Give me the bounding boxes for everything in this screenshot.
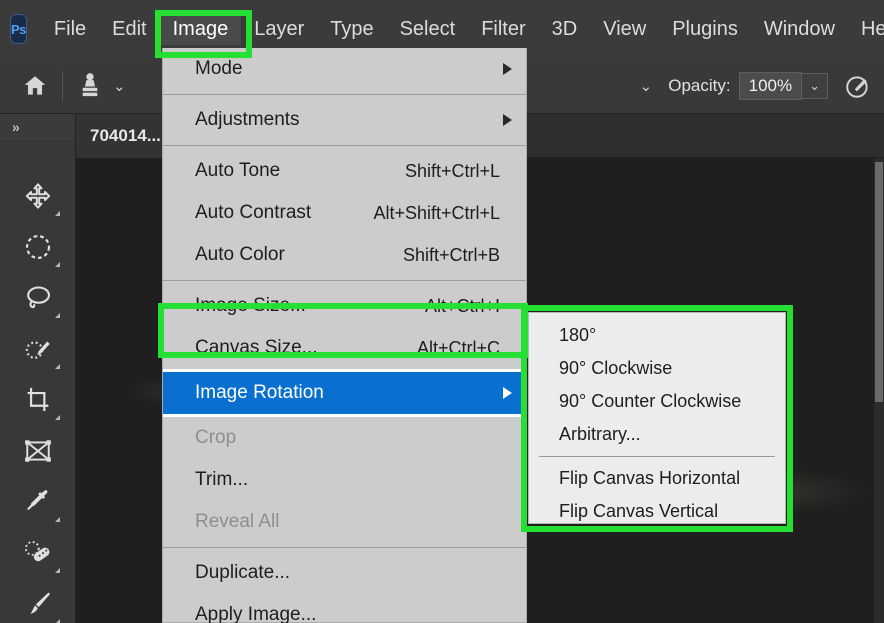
blend-mode-chevron-down-icon[interactable]: ⌄ [630, 77, 663, 95]
menu-item-help[interactable]: Help [848, 14, 884, 45]
brush-tool[interactable] [11, 578, 65, 623]
submenu-arrow-icon [503, 387, 512, 399]
flyout-corner-icon [54, 415, 60, 420]
flyout-corner-icon [54, 619, 60, 623]
menu-item-type[interactable]: Type [317, 14, 386, 45]
crop-tool[interactable] [11, 374, 65, 425]
submenu-option-flip-canvas-vertical[interactable]: Flip Canvas Vertical [529, 495, 785, 528]
tools-list [0, 140, 75, 623]
opacity-label: Opacity: [668, 75, 731, 95]
submenu-separator [539, 456, 775, 457]
home-icon[interactable] [22, 73, 48, 99]
menu-item-window[interactable]: Window [751, 14, 848, 45]
menu-option-shortcut: Alt+Ctrl+I [424, 295, 500, 316]
menu-option-reveal-all: Reveal All [163, 501, 526, 543]
menu-option-crop: Crop [163, 417, 526, 459]
lasso-tool[interactable] [11, 272, 65, 323]
scrollbar-thumb[interactable] [875, 162, 883, 402]
canvas-vertical-scrollbar[interactable] [874, 158, 884, 623]
menu-option-label: Duplicate... [195, 562, 291, 583]
opacity-input[interactable]: 100% [738, 71, 803, 100]
menu-option-label: Image Rotation [195, 382, 324, 403]
menu-option-label: Mode [195, 58, 243, 79]
menu-separator [163, 547, 526, 548]
options-bar-right-group: ⌄ Opacity: 100% ⌄ [630, 71, 884, 100]
submenu-arrow-icon [503, 63, 512, 75]
airbrush-icon[interactable] [844, 72, 872, 100]
flyout-corner-icon [54, 313, 60, 318]
move-tool[interactable] [11, 170, 65, 221]
menu-option-auto-color[interactable]: Auto Color Shift+Ctrl+B [163, 234, 526, 276]
menu-option-shortcut: Shift+Ctrl+L [404, 160, 500, 181]
menu-option-shortcut: Alt+Ctrl+C [416, 337, 500, 358]
submenu-option-flip-canvas-horizontal[interactable]: Flip Canvas Horizontal [529, 462, 785, 495]
menu-option-auto-tone[interactable]: Auto Tone Shift+Ctrl+L [163, 150, 526, 192]
menu-separator [163, 94, 526, 95]
collapse-panel-button[interactable]: » [0, 114, 75, 140]
menu-option-label: Apply Image... [195, 604, 317, 623]
tool-preset-chevron-down-icon[interactable]: ⌄ [103, 77, 136, 95]
menu-option-duplicate[interactable]: Duplicate... [163, 552, 526, 594]
menu-option-image-rotation[interactable]: Image Rotation [163, 369, 526, 417]
photoshop-logo-icon: Ps [10, 14, 27, 44]
menu-option-label: Auto Tone [195, 160, 281, 181]
flyout-corner-icon [54, 568, 60, 573]
menu-item-view[interactable]: View [590, 14, 659, 45]
submenu-option-180[interactable]: 180° [529, 319, 785, 352]
quick-selection-tool[interactable] [11, 323, 65, 374]
menu-option-trim[interactable]: Trim... [163, 459, 526, 501]
flyout-corner-icon [54, 211, 60, 216]
menu-option-label: Adjustments [195, 109, 300, 130]
menu-option-auto-contrast[interactable]: Auto Contrast Alt+Shift+Ctrl+L [163, 192, 526, 234]
menu-option-label: Image Size... [195, 295, 306, 316]
menu-option-label: Crop [195, 427, 237, 448]
menu-item-edit[interactable]: Edit [99, 14, 159, 45]
flyout-corner-icon [54, 364, 60, 369]
menu-item-plugins[interactable]: Plugins [659, 14, 751, 45]
image-rotation-submenu: 180° 90° Clockwise 90° Counter Clockwise… [528, 312, 786, 524]
menu-option-shortcut: Shift+Ctrl+B [402, 244, 500, 265]
menu-option-shortcut: Alt+Shift+Ctrl+L [373, 202, 500, 223]
photoshop-window: Ps File Edit Image Layer Type Select Fil… [0, 0, 884, 623]
image-menu-dropdown: Mode Adjustments Auto Tone Shift+Ctrl+L … [162, 48, 527, 623]
menu-option-label: Auto Color [195, 244, 285, 265]
flyout-corner-icon [54, 262, 60, 267]
healing-brush-tool[interactable] [11, 527, 65, 578]
submenu-option-arbitrary[interactable]: Arbitrary... [529, 418, 785, 451]
menu-option-label: Auto Contrast [195, 202, 312, 223]
submenu-option-90-counter-clockwise[interactable]: 90° Counter Clockwise [529, 385, 785, 418]
menu-item-image[interactable]: Image [159, 13, 242, 45]
menu-item-layer[interactable]: Layer [241, 14, 317, 45]
menu-option-adjustments[interactable]: Adjustments [163, 99, 526, 141]
menu-option-mode[interactable]: Mode [163, 48, 526, 90]
menu-item-3d[interactable]: 3D [539, 14, 591, 45]
menu-separator [163, 145, 526, 146]
options-divider [62, 70, 63, 101]
menu-item-file[interactable]: File [41, 14, 99, 45]
tools-panel: » [0, 114, 76, 623]
submenu-option-90-clockwise[interactable]: 90° Clockwise [529, 352, 785, 385]
menu-item-filter[interactable]: Filter [468, 14, 538, 45]
clone-stamp-icon[interactable] [77, 72, 103, 100]
elliptical-marquee-tool[interactable] [11, 221, 65, 272]
menu-option-label: Canvas Size... [195, 337, 318, 358]
flyout-corner-icon [54, 517, 60, 522]
eyedropper-tool[interactable] [11, 476, 65, 527]
menu-option-canvas-size[interactable]: Canvas Size... Alt+Ctrl+C [163, 327, 526, 369]
frame-tool[interactable] [11, 425, 65, 476]
menu-option-apply-image[interactable]: Apply Image... [163, 594, 526, 623]
menu-option-label: Reveal All [195, 511, 280, 532]
submenu-arrow-icon [503, 114, 512, 126]
opacity-chevron-down-icon[interactable]: ⌄ [802, 72, 828, 99]
menu-option-image-size[interactable]: Image Size... Alt+Ctrl+I [163, 285, 526, 327]
menu-item-select[interactable]: Select [387, 14, 469, 45]
menu-option-label: Trim... [195, 469, 249, 490]
menu-separator [163, 280, 526, 281]
